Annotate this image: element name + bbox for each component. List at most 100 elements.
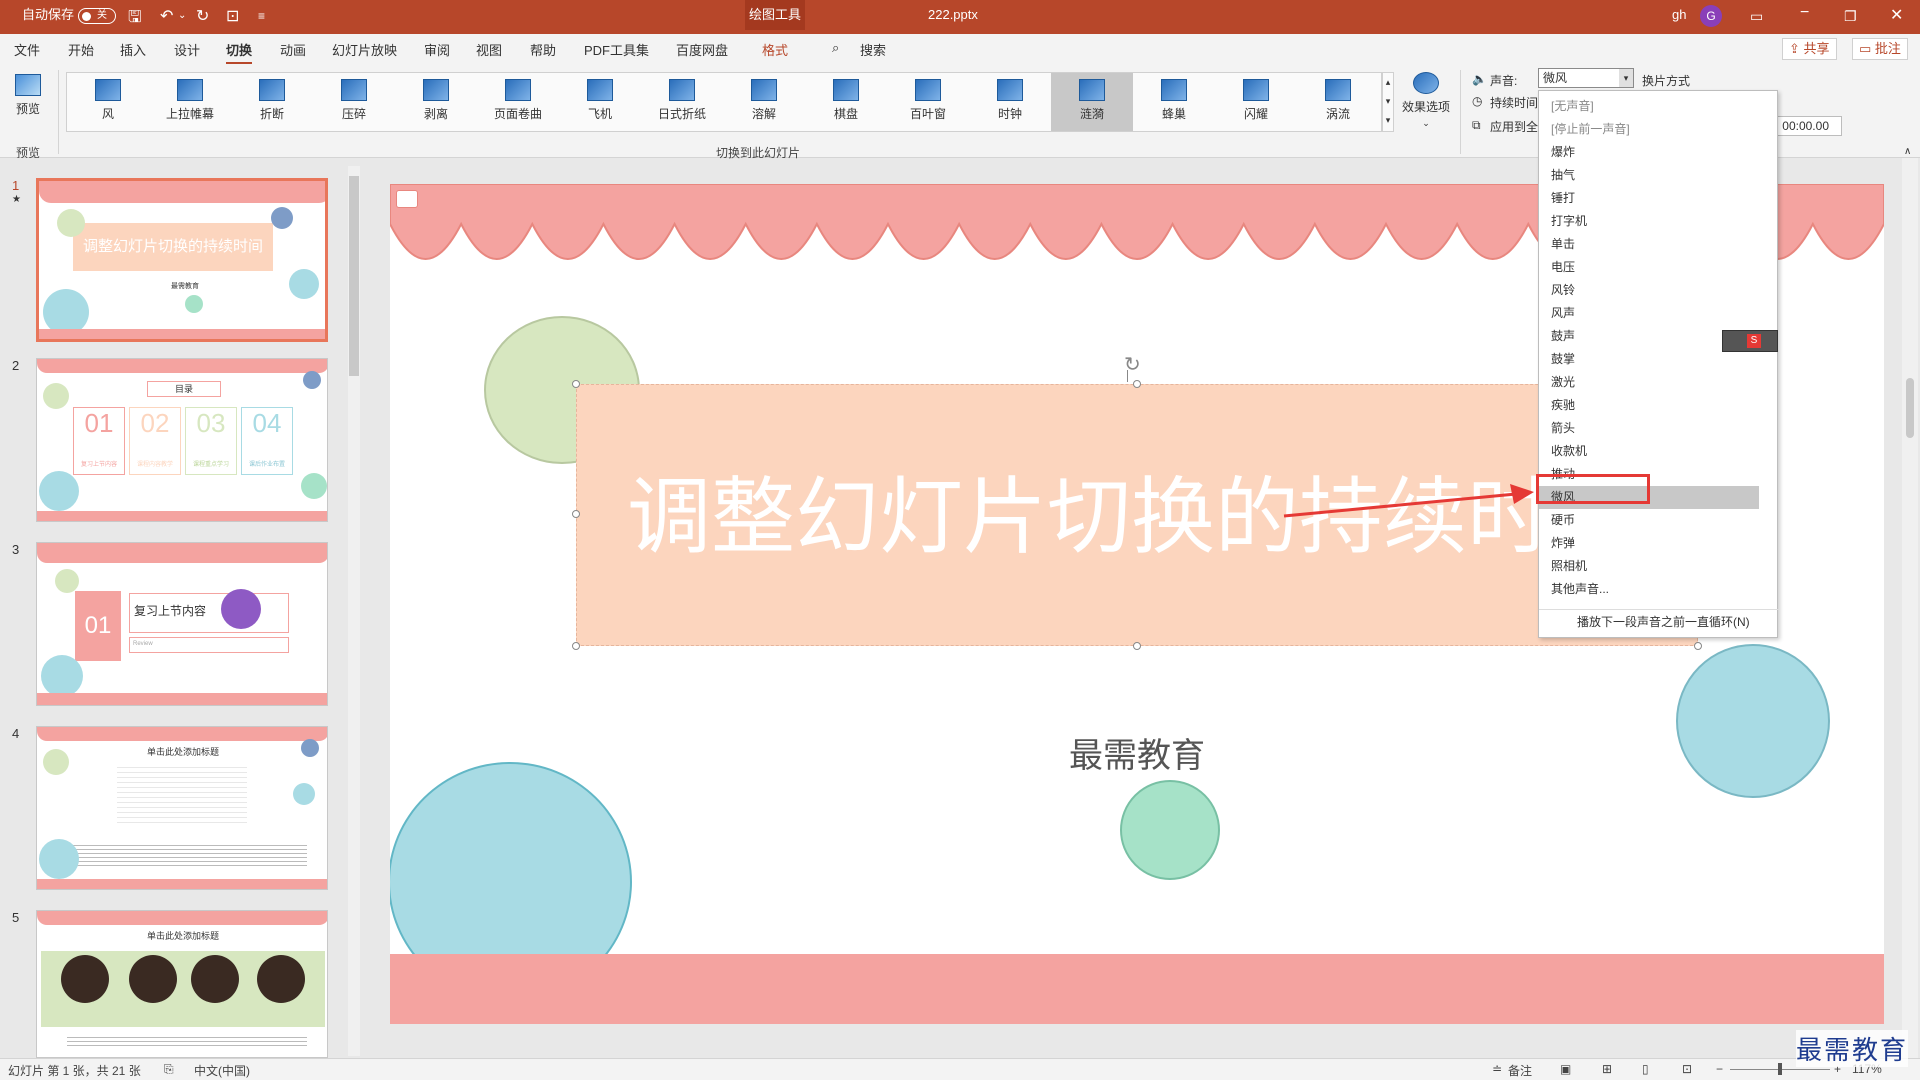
sound-option[interactable]: 风铃 xyxy=(1539,279,1759,302)
transition-wind[interactable]: 风 xyxy=(67,73,149,131)
tab-view[interactable]: 视图 xyxy=(476,40,502,59)
sound-option[interactable]: 锤打 xyxy=(1539,187,1759,210)
slide-thumbnail-1[interactable]: 调整幻灯片切换的持续时间 最需教育 xyxy=(36,178,328,342)
undo-icon[interactable]: ↶ xyxy=(160,6,173,26)
autosave-toggle[interactable]: 关 xyxy=(78,8,116,24)
file-name: 222.pptx xyxy=(928,7,978,22)
transition-fracture[interactable]: 折断 xyxy=(231,73,313,131)
notes-button[interactable]: 备注 xyxy=(1508,1062,1532,1079)
slide-thumbnail-3[interactable]: 01 复习上节内容 Review xyxy=(36,542,328,706)
sound-option[interactable]: 电压 xyxy=(1539,256,1759,279)
tab-transitions[interactable]: 切换 xyxy=(226,40,253,65)
transition-honeycomb[interactable]: 蜂巢 xyxy=(1133,73,1215,131)
menu-bar: 文件 开始 插入 设计 切换 动画 幻灯片放映 审阅 视图 帮助 PDF工具集 … xyxy=(0,34,1920,65)
sound-option[interactable]: [停止前一声音] xyxy=(1539,118,1759,141)
slide-thumbnail-2[interactable]: 目录 01 02 03 04 复习上节内容 课程内容教学 课程重点学习 课后作业… xyxy=(36,358,328,522)
transition-origami[interactable]: 日式折纸 xyxy=(641,73,723,131)
share-button[interactable]: ⇪ 共享 xyxy=(1782,38,1837,60)
close-icon[interactable]: ✕ xyxy=(1890,5,1903,25)
transition-blinds[interactable]: 百叶窗 xyxy=(887,73,969,131)
slide-scrollbar[interactable] xyxy=(1902,158,1918,1058)
transition-page-curl[interactable]: 页面卷曲 xyxy=(477,73,559,131)
preview-button[interactable]: 预览 xyxy=(10,74,46,117)
sound-option[interactable]: 箭头 xyxy=(1539,417,1759,440)
sound-option[interactable]: 收款机 xyxy=(1539,440,1759,463)
language[interactable]: 中文(中国) xyxy=(194,1062,250,1079)
tab-help[interactable]: 帮助 xyxy=(530,40,556,59)
sound-option[interactable]: 打字机 xyxy=(1539,210,1759,233)
present-icon[interactable]: ⊡ xyxy=(226,6,239,26)
slide-number: 4 xyxy=(12,726,20,741)
sound-option[interactable]: 单击 xyxy=(1539,233,1759,256)
sound-option[interactable]: [无声音] xyxy=(1539,95,1759,118)
loop-until-next-sound-option[interactable]: 播放下一段声音之前一直循环(N) xyxy=(1577,609,1750,635)
tab-design[interactable]: 设计 xyxy=(174,40,200,59)
transition-airplane[interactable]: 飞机 xyxy=(559,73,641,131)
transition-clock[interactable]: 时钟 xyxy=(969,73,1051,131)
tab-insert[interactable]: 插入 xyxy=(120,40,146,59)
search-icon[interactable]: ⌕ xyxy=(832,40,839,56)
notes-icon[interactable]: ≐ xyxy=(1492,1062,1502,1076)
duration-label: 持续时间 xyxy=(1490,96,1539,110)
transition-ripple[interactable]: 涟漪 xyxy=(1051,73,1133,131)
normal-view-icon[interactable]: ▣ xyxy=(1560,1062,1571,1076)
sound-option[interactable]: 其他声音... xyxy=(1539,578,1759,601)
thumbnail-scrollbar[interactable] xyxy=(348,166,360,1056)
zoom-out-icon[interactable]: − xyxy=(1716,1062,1723,1076)
ribbon-display-icon[interactable]: ▭ xyxy=(1750,8,1763,25)
apply-to-all-button[interactable]: 应用到全 xyxy=(1490,118,1538,135)
sound-option[interactable]: 照相机 xyxy=(1539,555,1759,578)
sound-option[interactable]: 硬币 xyxy=(1539,509,1759,532)
after-time-input[interactable]: 00:00.00 xyxy=(1776,116,1842,136)
tab-format[interactable]: 格式 xyxy=(762,40,788,59)
tab-animations[interactable]: 动画 xyxy=(280,40,306,59)
tab-file[interactable]: 文件 xyxy=(14,40,40,59)
transition-peel-off[interactable]: 剥离 xyxy=(395,73,477,131)
tab-pdf-tools[interactable]: PDF工具集 xyxy=(584,40,649,59)
sound-option[interactable]: 激光 xyxy=(1539,371,1759,394)
save-icon[interactable]: 🖫 xyxy=(128,6,142,33)
slide-subtitle[interactable]: 最需教育 xyxy=(390,728,1884,777)
tab-review[interactable]: 审阅 xyxy=(424,40,450,59)
transition-glitter[interactable]: 闪耀 xyxy=(1215,73,1297,131)
minimize-icon[interactable]: − xyxy=(1800,4,1809,22)
transition-checkerboard[interactable]: 棋盘 xyxy=(805,73,887,131)
tab-baidu-netdisk[interactable]: 百度网盘 xyxy=(676,40,728,59)
accessibility-icon[interactable]: ⎘ xyxy=(164,1062,174,1077)
sound-option[interactable]: 疾驰 xyxy=(1539,394,1759,417)
redo-icon[interactable]: ↻ xyxy=(196,6,209,26)
effect-options-button[interactable]: 效果选项 ⌄ xyxy=(1400,72,1452,129)
undo-dropdown-icon[interactable]: ⌄ xyxy=(178,10,186,21)
comment-button[interactable]: ▭ 批注 xyxy=(1852,38,1908,60)
gallery-scroll[interactable]: ▴ ▾ ▾ xyxy=(1382,72,1394,132)
slide-thumbnail-4[interactable]: 单击此处添加标题 xyxy=(36,726,328,890)
slideshow-icon[interactable]: ⊡ xyxy=(1682,1062,1692,1076)
collapse-ribbon-icon[interactable]: ∧ xyxy=(1904,146,1911,157)
slide-thumbnail-5[interactable]: 单击此处添加标题 xyxy=(36,910,328,1058)
customize-toolbar-icon[interactable]: ≡ xyxy=(258,9,265,23)
sound-option[interactable]: 爆炸 xyxy=(1539,141,1759,164)
ime-toolbar[interactable]: S xyxy=(1722,330,1778,352)
sound-option[interactable]: 风声 xyxy=(1539,302,1759,325)
search-label[interactable]: 搜索 xyxy=(860,40,886,59)
scrollbar-thumb[interactable] xyxy=(349,176,359,376)
avatar[interactable]: G xyxy=(1700,5,1722,27)
transition-dissolve[interactable]: 溶解 xyxy=(723,73,805,131)
sound-option[interactable]: 炸弹 xyxy=(1539,532,1759,555)
transition-curtains[interactable]: 上拉帷幕 xyxy=(149,73,231,131)
zoom-slider-handle[interactable] xyxy=(1778,1063,1782,1075)
tab-home[interactable]: 开始 xyxy=(68,40,94,59)
comment-icon[interactable] xyxy=(396,190,418,208)
reading-view-icon[interactable]: ▯ xyxy=(1642,1062,1649,1076)
slide-sorter-icon[interactable]: ⊞ xyxy=(1602,1062,1612,1076)
sound-option[interactable]: 抽气 xyxy=(1539,164,1759,187)
restore-icon[interactable]: ❐ xyxy=(1844,8,1857,25)
rotate-handle-icon[interactable]: ↻ xyxy=(1124,352,1141,377)
scrollbar-thumb[interactable] xyxy=(1906,378,1914,438)
transition-crush[interactable]: 压碎 xyxy=(313,73,395,131)
sound-dropdown-list: [无声音] [停止前一声音] 爆炸 抽气 锤打 打字机 单击 电压 风铃 风声 鼓声 鼓掌 激光 疾驰 箭头… xyxy=(1538,90,1779,638)
sound-select[interactable]: 微风 ▾ xyxy=(1538,68,1634,88)
transition-vortex[interactable]: 涡流 xyxy=(1297,73,1379,131)
origami-icon xyxy=(669,79,695,101)
tab-slideshow[interactable]: 幻灯片放映 xyxy=(332,40,397,59)
